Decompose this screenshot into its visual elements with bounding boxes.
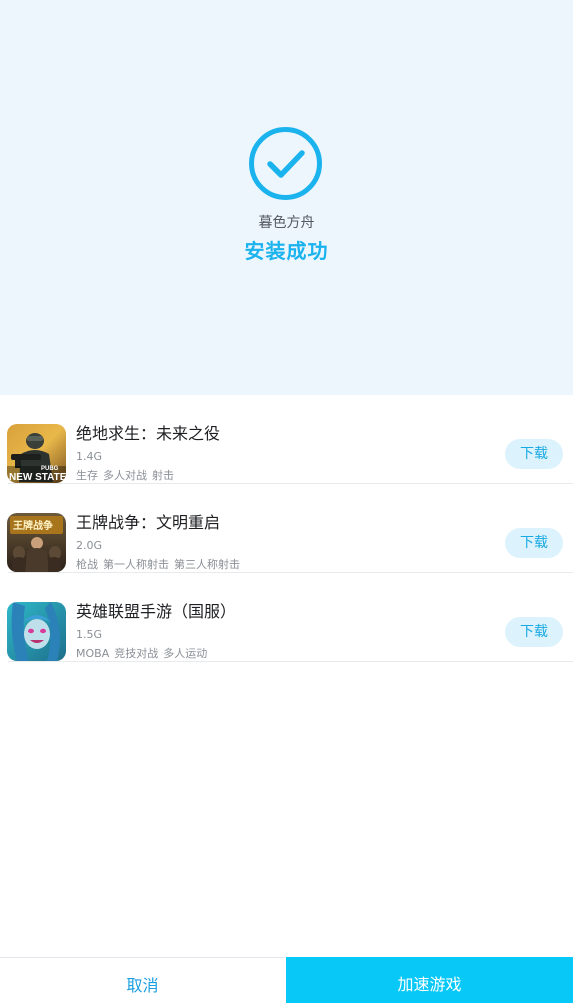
game-item-league-of-legends[interactable]: 英雄联盟手游（国服） 1.5G MOBA 竞技对战 多人运动 下载 xyxy=(7,573,573,662)
check-circle-icon xyxy=(249,127,322,200)
game-size: 1.4G xyxy=(76,450,103,463)
download-button[interactable]: 下载 xyxy=(505,528,563,558)
recommended-games-list: PUBG NEW STATE 绝地求生：未来之役 1.4G 生存 多人对战 射击 下… xyxy=(0,395,573,662)
accelerate-game-button[interactable]: 加速游戏 xyxy=(286,957,573,1003)
bottom-action-bar: 取消 加速游戏 xyxy=(0,957,573,1003)
game-title: 英雄联盟手游（国服） xyxy=(76,602,237,621)
league-of-legends-icon xyxy=(7,602,66,661)
game-title: 王牌战争：文明重启 xyxy=(76,513,221,532)
game-tag: 枪战 xyxy=(76,558,98,571)
game-tag: 第三人称射击 xyxy=(174,558,240,571)
game-item-ace-war[interactable]: 王牌战争 王牌战争：文明重启 2.0G 枪战 第一人称射击 第三人称射击 下载 xyxy=(7,484,573,573)
install-status: 安装成功 xyxy=(244,239,329,263)
download-button[interactable]: 下载 xyxy=(505,439,563,469)
game-tag: 生存 xyxy=(76,469,98,482)
game-tag: 射击 xyxy=(152,469,174,482)
game-title: 绝地求生：未来之役 xyxy=(76,424,221,443)
game-tags: MOBA 竞技对战 多人运动 xyxy=(76,646,212,662)
game-tag: 第一人称射击 xyxy=(103,558,169,571)
game-tags: 枪战 第一人称射击 第三人称射击 xyxy=(76,557,245,573)
game-size: 2.0G xyxy=(76,539,103,552)
svg-text:王牌战争: 王牌战争 xyxy=(13,519,53,532)
game-tag: 多人运动 xyxy=(163,647,208,660)
game-tags: 生存 多人对战 射击 xyxy=(76,468,179,484)
ace-war-icon: 王牌战争 xyxy=(7,513,66,572)
installed-app-name: 暮色方舟 xyxy=(258,215,315,231)
pubg-new-state-icon: PUBG NEW STATE xyxy=(7,424,66,483)
game-tag: MOBA xyxy=(76,647,110,660)
download-button[interactable]: 下载 xyxy=(505,617,563,647)
cancel-button[interactable]: 取消 xyxy=(0,957,285,1003)
game-item-pubg-new-state[interactable]: PUBG NEW STATE 绝地求生：未来之役 1.4G 生存 多人对战 射击 下… xyxy=(7,395,573,484)
game-tag: 多人对战 xyxy=(103,469,147,482)
game-size: 1.5G xyxy=(76,628,103,641)
install-result-page: 暮色方舟 安装成功 PUBG NEW STATE 绝地求生：未来之役 1.4G … xyxy=(0,0,573,1003)
install-success-panel: 暮色方舟 安装成功 xyxy=(0,0,573,395)
svg-text:NEW STATE: NEW STATE xyxy=(9,472,66,483)
game-tag: 竞技对战 xyxy=(114,647,159,660)
